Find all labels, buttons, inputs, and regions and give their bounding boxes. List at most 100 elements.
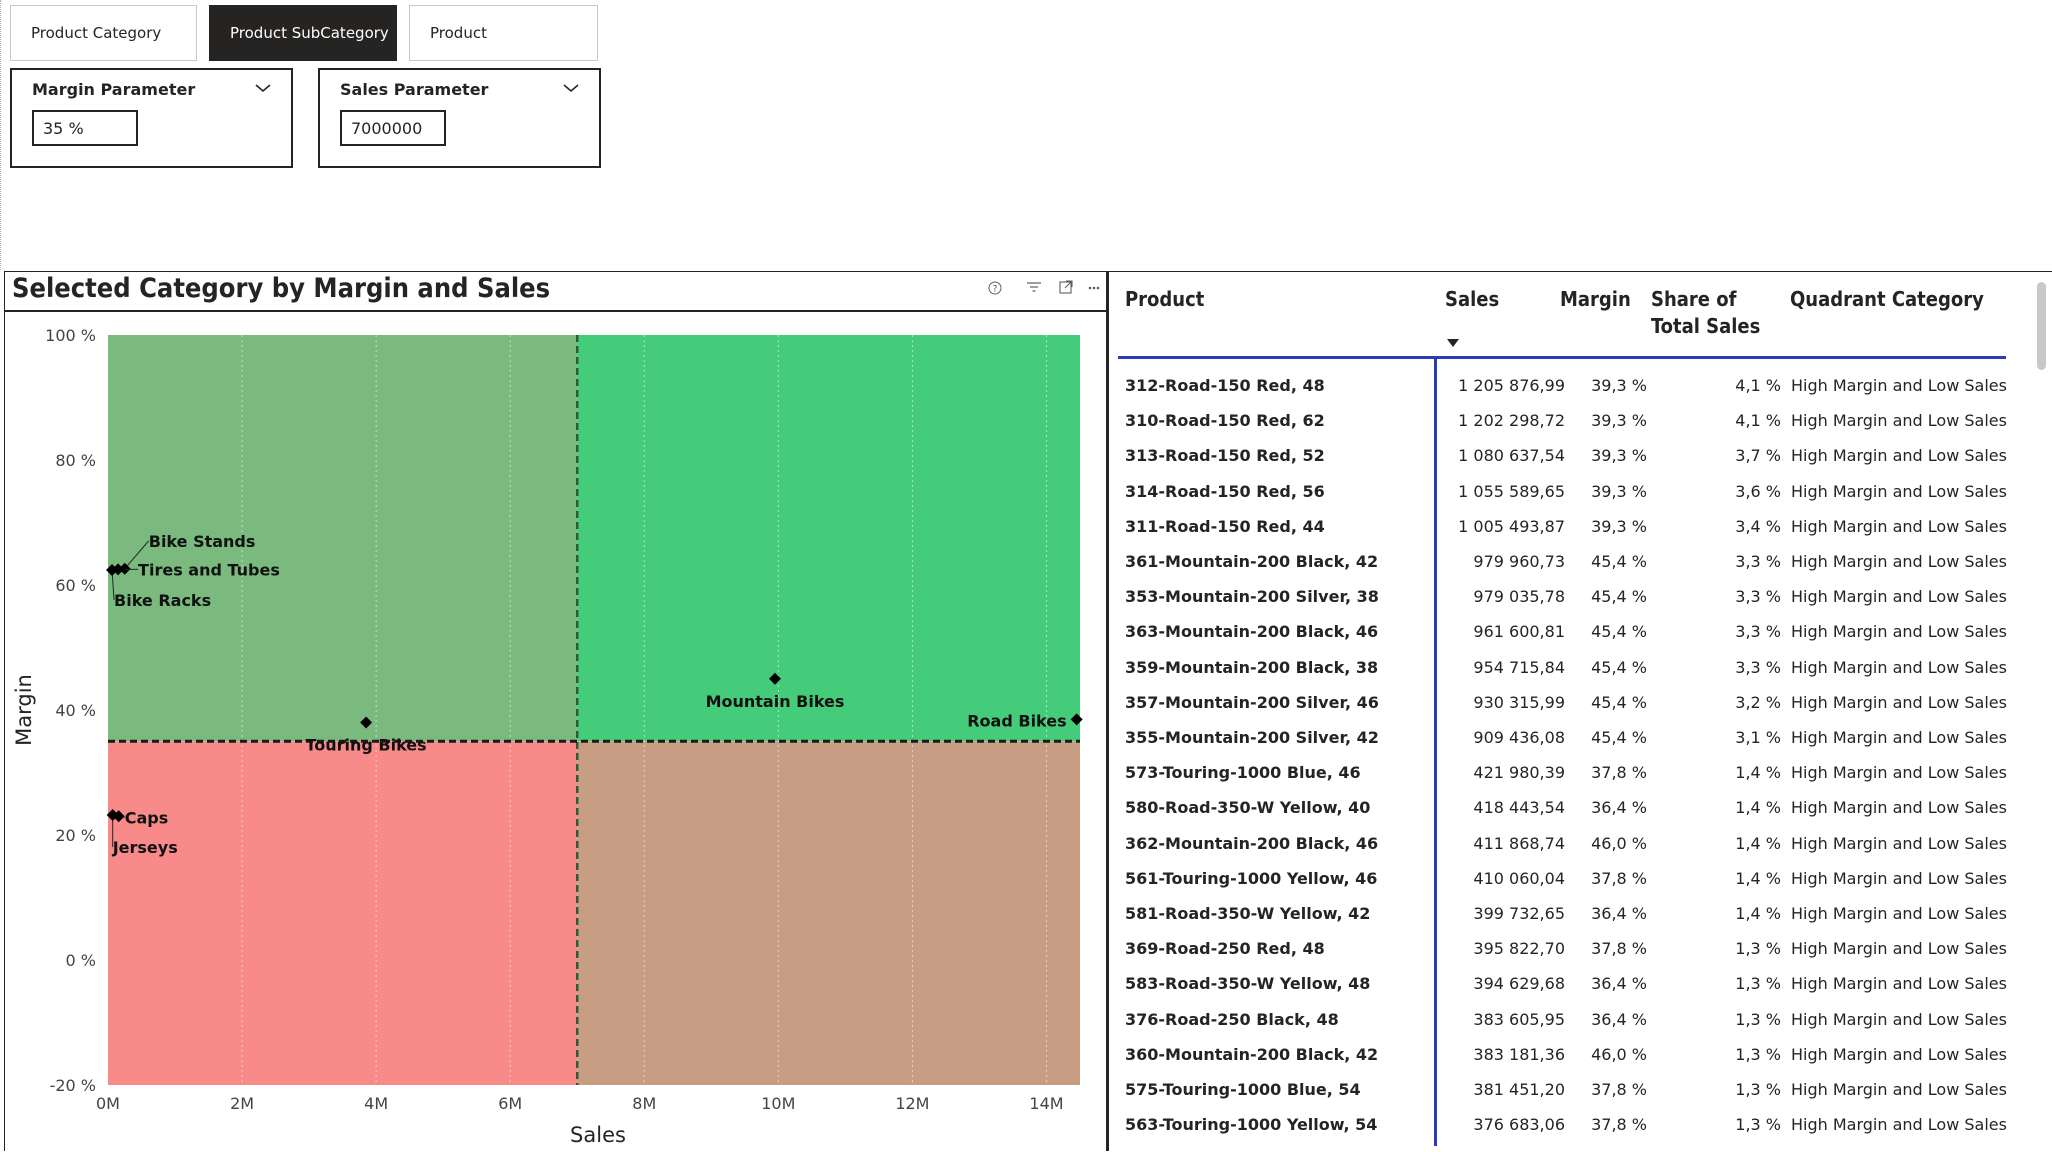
help-icon[interactable]: ?: [988, 281, 1002, 295]
margin-parameter-slicer: Margin Parameter 35 %: [10, 68, 293, 168]
table-row[interactable]: 314-Road-150 Red, 56 1 055 589,65 39,3 % 3,…: [1109, 474, 2049, 509]
table-row[interactable]: 312-Road-150 Red, 48 1 205 876,99 39,3 % 4,…: [1109, 368, 2049, 403]
column-header-share-of-total-sales[interactable]: Share of Total Sales: [1651, 286, 1760, 340]
margin-cell: 39,3 %: [1591, 376, 1647, 395]
table-row[interactable]: 359-Mountain-200 Black, 38 954 715,84 45,4…: [1109, 650, 2049, 685]
more-options-icon[interactable]: [1088, 286, 1100, 290]
margin-cell: 37,8 %: [1591, 868, 1647, 888]
column-header-sales[interactable]: Sales: [1445, 286, 1499, 313]
sales-cell: 1 202 298,72: [1458, 411, 1565, 431]
y-tick-label: 0 %: [66, 951, 96, 970]
product-cell: 561-Touring-1000 Yellow, 46: [1125, 868, 1378, 888]
sales-cell: 421 980,39: [1473, 763, 1565, 783]
product-cell: 580-Road-350-W Yellow, 40: [1125, 798, 1371, 818]
x-tick-label: 12M: [895, 1094, 929, 1113]
share-cell: 3,2 %: [1735, 692, 1781, 712]
margin-cell: 39,3 %: [1591, 516, 1647, 536]
share-cell: 1,3 %: [1735, 939, 1781, 959]
table-row[interactable]: 573-Touring-1000 Blue, 46 421 980,39 37,8 …: [1109, 755, 2049, 790]
quadrant-cell: High Margin and Low Sales: [1791, 481, 2007, 501]
quadrant-cell: High Margin and Low Sales: [1791, 411, 2007, 431]
tab-label: Product SubCategory: [230, 24, 389, 42]
margin-cell: 45,4 %: [1591, 587, 1647, 607]
table-row[interactable]: 376-Road-250 Black, 48 383 605,95 36,4 % 1,…: [1109, 1002, 2049, 1037]
table-row[interactable]: 353-Mountain-200 Silver, 38 979 035,78 45,…: [1109, 579, 2049, 614]
y-tick-label: 100 %: [45, 326, 96, 345]
margin-cell: 45,4 %: [1591, 657, 1647, 677]
table-row[interactable]: 310-Road-150 Red, 62 1 202 298,72 39,3 % 4,…: [1109, 403, 2049, 438]
quadrant-cell: High Margin and Low Sales: [1791, 1080, 2007, 1099]
x-tick-label: 0M: [96, 1094, 120, 1113]
sales-cell: 376 683,06: [1473, 1115, 1565, 1135]
quadrant-cell: High Margin and Low Sales: [1791, 1009, 2007, 1029]
quadrant-cell: High Margin and Low Sales: [1791, 587, 2007, 607]
filter-icon[interactable]: [1027, 282, 1041, 292]
share-cell: 1,3 %: [1735, 1009, 1781, 1029]
table-row[interactable]: 563-Touring-1000 Yellow, 54 376 683,06 37,…: [1109, 1107, 2049, 1142]
product-cell: 312-Road-150 Red, 48: [1125, 376, 1325, 395]
share-cell: 1,4 %: [1735, 904, 1781, 923]
share-cell: 3,3 %: [1735, 657, 1781, 677]
product-cell: 376-Road-250 Black, 48: [1125, 1009, 1339, 1029]
sales-cell: 410 060,04: [1473, 868, 1565, 888]
table-row[interactable]: 313-Road-150 Red, 52 1 080 637,54 39,3 % 3,…: [1109, 438, 2049, 473]
table-row[interactable]: 363-Mountain-200 Black, 46 961 600,81 45,4…: [1109, 614, 2049, 649]
table-row[interactable]: 575-Touring-1000 Blue, 54 381 451,20 37,8 …: [1109, 1072, 2049, 1107]
quadrant-cell: High Margin and Low Sales: [1791, 728, 2007, 747]
sort-descending-icon[interactable]: [1446, 338, 1460, 348]
sales-cell: 383 605,95: [1473, 1009, 1565, 1029]
scrollbar-thumb[interactable]: [2037, 282, 2046, 370]
margin-cell: 37,8 %: [1591, 1115, 1647, 1135]
tab-product[interactable]: Product: [409, 5, 598, 61]
table-row[interactable]: 580-Road-350-W Yellow, 40 418 443,54 36,4 …: [1109, 790, 2049, 825]
quadrant-cell: High Margin and Low Sales: [1791, 376, 2007, 395]
product-cell: 313-Road-150 Red, 52: [1125, 446, 1325, 466]
quadrant-cell: High Margin and Low Sales: [1791, 657, 2007, 677]
data-label: Bike Stands: [149, 532, 256, 551]
scrollbar[interactable]: [2034, 272, 2052, 1151]
column-header-quadrant-category[interactable]: Quadrant Category: [1790, 286, 1984, 313]
quadrant-cell: High Margin and Low Sales: [1791, 833, 2007, 853]
product-cell: 353-Mountain-200 Silver, 38: [1125, 587, 1379, 607]
sales-parameter-slicer: Sales Parameter 7000000: [318, 68, 601, 168]
table-row[interactable]: 581-Road-350-W Yellow, 42 399 732,65 36,4 …: [1109, 896, 2049, 931]
product-cell: 357-Mountain-200 Silver, 46: [1125, 692, 1379, 712]
quadrant-cell: High Margin and Low Sales: [1791, 798, 2007, 818]
quadrant-cell: High Margin and Low Sales: [1791, 974, 2007, 994]
header-line: Share of: [1651, 287, 1737, 311]
sales-cell: 1 205 876,99: [1458, 376, 1565, 395]
quadrant-cell: High Margin and Low Sales: [1791, 904, 2007, 923]
y-tick-label: 40 %: [55, 701, 96, 720]
margin-parameter-input[interactable]: 35 %: [32, 110, 138, 146]
product-cell: 581-Road-350-W Yellow, 42: [1125, 904, 1371, 923]
table-row[interactable]: 561-Touring-1000 Yellow, 46 410 060,04 37,…: [1109, 861, 2049, 896]
product-cell: 361-Mountain-200 Black, 42: [1125, 552, 1379, 571]
table-row[interactable]: 311-Road-150 Red, 44 1 005 493,87 39,3 % 3,…: [1109, 509, 2049, 544]
table-row[interactable]: 362-Mountain-200 Black, 46 411 868,74 46,0…: [1109, 826, 2049, 861]
table-row[interactable]: 583-Road-350-W Yellow, 48 394 629,68 36,4 …: [1109, 966, 2049, 1001]
share-cell: 3,1 %: [1735, 728, 1781, 747]
chevron-down-icon[interactable]: [561, 80, 581, 96]
margin-cell: 36,4 %: [1591, 904, 1647, 923]
sales-cell: 930 315,99: [1473, 692, 1565, 712]
share-cell: 3,7 %: [1735, 446, 1781, 466]
table-row[interactable]: 355-Mountain-200 Silver, 42 909 436,08 45,…: [1109, 720, 2049, 755]
chevron-down-icon[interactable]: [253, 80, 273, 96]
table-row[interactable]: 361-Mountain-200 Black, 42 979 960,73 45,4…: [1109, 544, 2049, 579]
tab-product-category[interactable]: Product Category: [10, 5, 197, 61]
column-header-margin[interactable]: Margin: [1560, 286, 1631, 313]
sales-cell: 1 055 589,65: [1458, 481, 1565, 501]
table-row[interactable]: 369-Road-250 Red, 48 395 822,70 37,8 % 1,3 …: [1109, 931, 2049, 966]
share-cell: 1,3 %: [1735, 1044, 1781, 1064]
product-cell: 363-Mountain-200 Black, 46: [1125, 622, 1379, 642]
sales-parameter-input[interactable]: 7000000: [340, 110, 446, 146]
column-header-product[interactable]: Product: [1125, 286, 1204, 313]
table-row[interactable]: 357-Mountain-200 Silver, 46 930 315,99 45,…: [1109, 685, 2049, 720]
margin-cell: 45,4 %: [1591, 692, 1647, 712]
share-cell: 1,3 %: [1735, 1080, 1781, 1099]
table-row[interactable]: 360-Mountain-200 Black, 42 383 181,36 46,0…: [1109, 1037, 2049, 1072]
product-cell: 359-Mountain-200 Black, 38: [1125, 657, 1379, 677]
quadrant-high-margin-high-sales: [577, 335, 1080, 742]
focus-mode-icon[interactable]: [1059, 280, 1073, 294]
tab-product-subcategory[interactable]: Product SubCategory: [209, 5, 397, 61]
